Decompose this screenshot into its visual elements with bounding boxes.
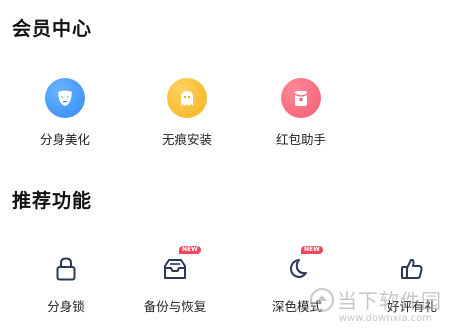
vip-item-label: 无痕安装 — [161, 132, 212, 147]
rec-item-label: 深色模式 — [271, 299, 322, 314]
recommended-title: 推荐功能 — [12, 190, 93, 212]
rec-item-backup-restore[interactable]: NEW 备份与恢复 — [130, 246, 220, 332]
mask-icon — [45, 78, 85, 118]
rec-item-label: 好评有礼 — [386, 299, 437, 314]
thumbs-up-icon — [394, 252, 430, 286]
moon-icon: NEW — [279, 246, 323, 286]
vip-item-skin-beautify[interactable]: 分身美化 — [20, 78, 110, 158]
rec-item-rating-gift[interactable]: 好评有礼 — [367, 252, 450, 332]
vip-item-red-packet-helper[interactable]: 红包助手 — [256, 78, 346, 158]
lock-icon — [48, 252, 84, 286]
rec-item-dark-mode[interactable]: NEW 深色模式 — [252, 246, 342, 332]
new-badge: NEW — [179, 246, 201, 254]
vip-item-label: 分身美化 — [39, 132, 90, 147]
new-badge: NEW — [301, 246, 323, 254]
vip-item-traceless-install[interactable]: 无痕安装 — [142, 78, 232, 158]
rec-item-label: 备份与恢复 — [143, 299, 207, 314]
ghost-icon — [167, 78, 207, 118]
rec-item-app-lock[interactable]: 分身锁 — [21, 252, 111, 332]
rec-item-label: 分身锁 — [47, 299, 85, 314]
vip-item-label: 红包助手 — [275, 132, 326, 147]
vip-center-title: 会员中心 — [12, 18, 93, 40]
red-packet-icon — [281, 78, 321, 118]
backup-tray-icon: NEW — [157, 246, 201, 286]
